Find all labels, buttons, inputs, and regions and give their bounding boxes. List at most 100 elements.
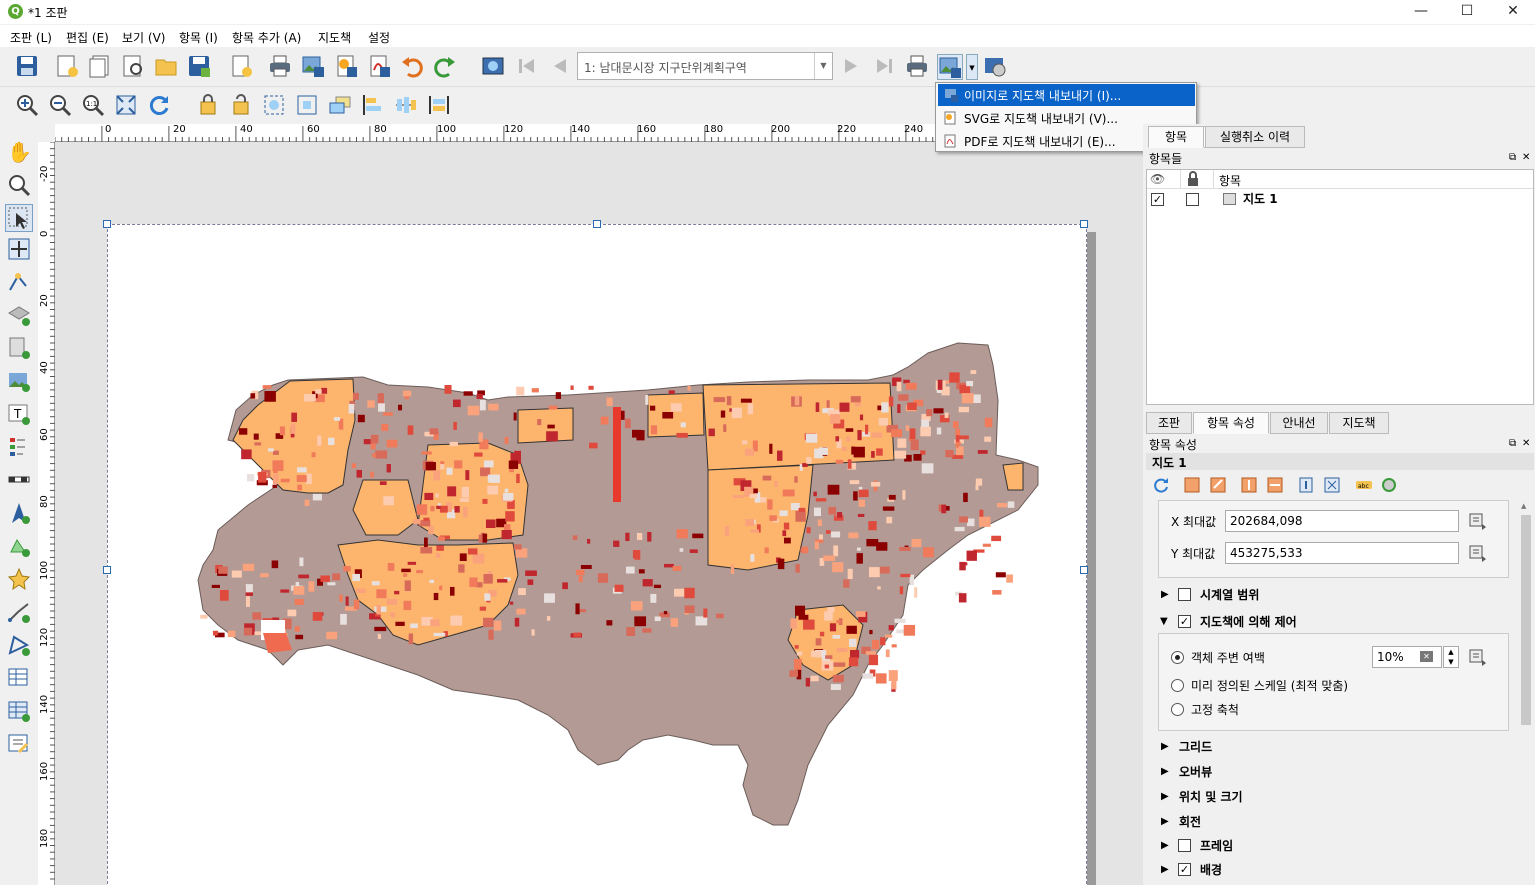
grid-section[interactable]: 그리드 bbox=[1179, 738, 1212, 755]
background-checkbox[interactable]: ✓ bbox=[1178, 863, 1191, 876]
fixed-scale-radio[interactable] bbox=[1171, 703, 1184, 716]
expand-arrow-icon[interactable]: ▶ bbox=[1161, 741, 1169, 752]
map-labels-icon[interactable] bbox=[1323, 476, 1341, 494]
minimize-button[interactable]: — bbox=[1398, 0, 1444, 24]
add-shape-icon[interactable] bbox=[7, 534, 31, 558]
lock-items-icon[interactable] bbox=[196, 93, 222, 119]
add-picture-icon[interactable] bbox=[7, 369, 31, 393]
rotation-section[interactable]: 회전 bbox=[1179, 813, 1201, 830]
y-max-field[interactable]: 453275,533 bbox=[1225, 542, 1459, 564]
add-scalebar-icon[interactable] bbox=[7, 468, 31, 492]
add-north-arrow-icon[interactable] bbox=[7, 501, 31, 525]
add-polyline-icon[interactable] bbox=[7, 600, 31, 624]
data-defined-override-icon[interactable] bbox=[1467, 511, 1489, 531]
view-extent-icon[interactable] bbox=[1209, 476, 1227, 494]
tab-undo-history[interactable]: 실행취소 이력 bbox=[1205, 126, 1305, 148]
open-folder-icon[interactable] bbox=[154, 54, 180, 80]
layout-canvas[interactable] bbox=[55, 142, 1143, 885]
add-label-icon[interactable]: T bbox=[7, 402, 31, 426]
new-page-icon[interactable] bbox=[229, 54, 255, 80]
expand-arrow-icon[interactable]: ▶ bbox=[1161, 864, 1169, 875]
ungroup-items-icon[interactable] bbox=[295, 93, 321, 119]
refresh-icon[interactable] bbox=[1152, 476, 1170, 494]
export-pdf-icon[interactable] bbox=[367, 54, 393, 80]
duplicate-layout-icon[interactable] bbox=[88, 54, 114, 80]
raise-items-icon[interactable] bbox=[328, 93, 354, 119]
resize-handle[interactable] bbox=[1080, 220, 1088, 228]
expand-arrow-icon[interactable]: ▶ bbox=[1161, 766, 1169, 777]
zoom-actual-icon[interactable]: 1:1 bbox=[81, 93, 107, 119]
export-dropdown-chevron-icon[interactable]: ▼ bbox=[966, 54, 978, 80]
margin-radio[interactable] bbox=[1171, 651, 1184, 664]
set-scale-icon[interactable] bbox=[1240, 476, 1258, 494]
last-feature-icon[interactable] bbox=[872, 54, 898, 80]
position-size-section[interactable]: 위치 및 크기 bbox=[1179, 788, 1243, 805]
undo-icon[interactable] bbox=[400, 54, 426, 80]
group-items-icon[interactable] bbox=[262, 93, 288, 119]
frame-checkbox[interactable] bbox=[1178, 839, 1191, 852]
background-section[interactable]: 배경 bbox=[1200, 861, 1222, 878]
previous-feature-icon[interactable] bbox=[548, 54, 574, 80]
print-atlas-icon[interactable] bbox=[905, 54, 931, 80]
atlas-preview-icon[interactable] bbox=[481, 54, 507, 80]
item-lock-checkbox[interactable] bbox=[1186, 193, 1199, 206]
predefined-scale-radio[interactable] bbox=[1171, 679, 1184, 692]
edit-nodes-icon[interactable] bbox=[7, 270, 31, 294]
expand-arrow-icon[interactable]: ▶ bbox=[1161, 816, 1169, 827]
select-move-icon[interactable] bbox=[5, 204, 33, 232]
chevron-down-icon[interactable]: ▼ bbox=[814, 53, 832, 79]
add-marker-icon[interactable] bbox=[7, 567, 31, 591]
scroll-up-icon[interactable]: ▲ bbox=[1521, 502, 1526, 510]
maximize-button[interactable]: ☐ bbox=[1444, 0, 1490, 24]
tab-atlas[interactable]: 지도책 bbox=[1329, 412, 1389, 434]
tab-items[interactable]: 항목 bbox=[1148, 126, 1204, 148]
unlock-items-icon[interactable] bbox=[229, 93, 255, 119]
add-map-icon[interactable] bbox=[7, 336, 31, 360]
export-atlas-image-icon[interactable] bbox=[937, 54, 963, 80]
menu-items[interactable]: 항목 (I) bbox=[179, 29, 218, 46]
x-max-field[interactable]: 202684,098 bbox=[1225, 510, 1459, 532]
redo-icon[interactable] bbox=[433, 54, 459, 80]
menu-view[interactable]: 보기 (V) bbox=[122, 29, 165, 46]
atlas-control-checkbox[interactable]: ✓ bbox=[1178, 615, 1191, 628]
new-layout-icon[interactable] bbox=[55, 54, 81, 80]
set-extent-icon[interactable] bbox=[1183, 476, 1201, 494]
overview-section[interactable]: 오버뷰 bbox=[1179, 763, 1212, 780]
resize-handle[interactable] bbox=[1080, 566, 1088, 574]
save-icon[interactable] bbox=[15, 54, 41, 80]
collapse-arrow-icon[interactable]: ▼ bbox=[1160, 616, 1168, 627]
add-fixed-table-icon[interactable] bbox=[7, 699, 31, 723]
move-content-icon[interactable] bbox=[7, 237, 31, 261]
menu-item-export-image[interactable]: 이미지로 지도책 내보내기 (I)... bbox=[938, 84, 1195, 106]
menu-atlas[interactable]: 지도책 bbox=[318, 29, 351, 46]
refresh-icon[interactable] bbox=[147, 93, 173, 119]
scrollbar-thumb[interactable] bbox=[1521, 515, 1531, 725]
menu-settings[interactable]: 설정 bbox=[368, 29, 390, 46]
add-attribute-table-icon[interactable] bbox=[7, 666, 31, 690]
add-html-icon[interactable] bbox=[7, 732, 31, 756]
view-scale-icon[interactable] bbox=[1266, 476, 1284, 494]
tab-guides[interactable]: 안내선 bbox=[1270, 412, 1328, 434]
zoom-in-icon[interactable] bbox=[15, 93, 41, 119]
data-defined-override-icon[interactable] bbox=[1467, 647, 1489, 667]
temporal-range-checkbox[interactable] bbox=[1178, 588, 1191, 601]
distribute-icon[interactable] bbox=[394, 93, 420, 119]
print-icon[interactable] bbox=[268, 54, 294, 80]
first-feature-icon[interactable] bbox=[515, 54, 541, 80]
align-left-icon[interactable] bbox=[361, 93, 387, 119]
expand-arrow-icon[interactable]: ▶ bbox=[1161, 791, 1169, 802]
export-svg-icon[interactable] bbox=[334, 54, 360, 80]
tab-item-properties[interactable]: 항목 속성 bbox=[1193, 412, 1269, 434]
menu-edit[interactable]: 편집 (E) bbox=[66, 29, 109, 46]
expand-arrow-icon[interactable]: ▶ bbox=[1161, 840, 1169, 851]
close-panel-icon[interactable]: ✕ bbox=[1522, 152, 1530, 163]
float-panel-icon[interactable]: ⧉ bbox=[1509, 152, 1516, 163]
label-settings-icon[interactable]: abc bbox=[1355, 476, 1373, 494]
layout-manager-icon[interactable] bbox=[121, 54, 147, 80]
close-button[interactable]: ✕ bbox=[1490, 0, 1535, 24]
frame-section[interactable]: 프레임 bbox=[1200, 837, 1233, 854]
zoom-tool-icon[interactable] bbox=[7, 173, 31, 197]
menu-layout[interactable]: 조판 (L) bbox=[10, 29, 52, 46]
resize-handle[interactable] bbox=[593, 220, 601, 228]
atlas-settings-icon[interactable] bbox=[983, 54, 1009, 80]
